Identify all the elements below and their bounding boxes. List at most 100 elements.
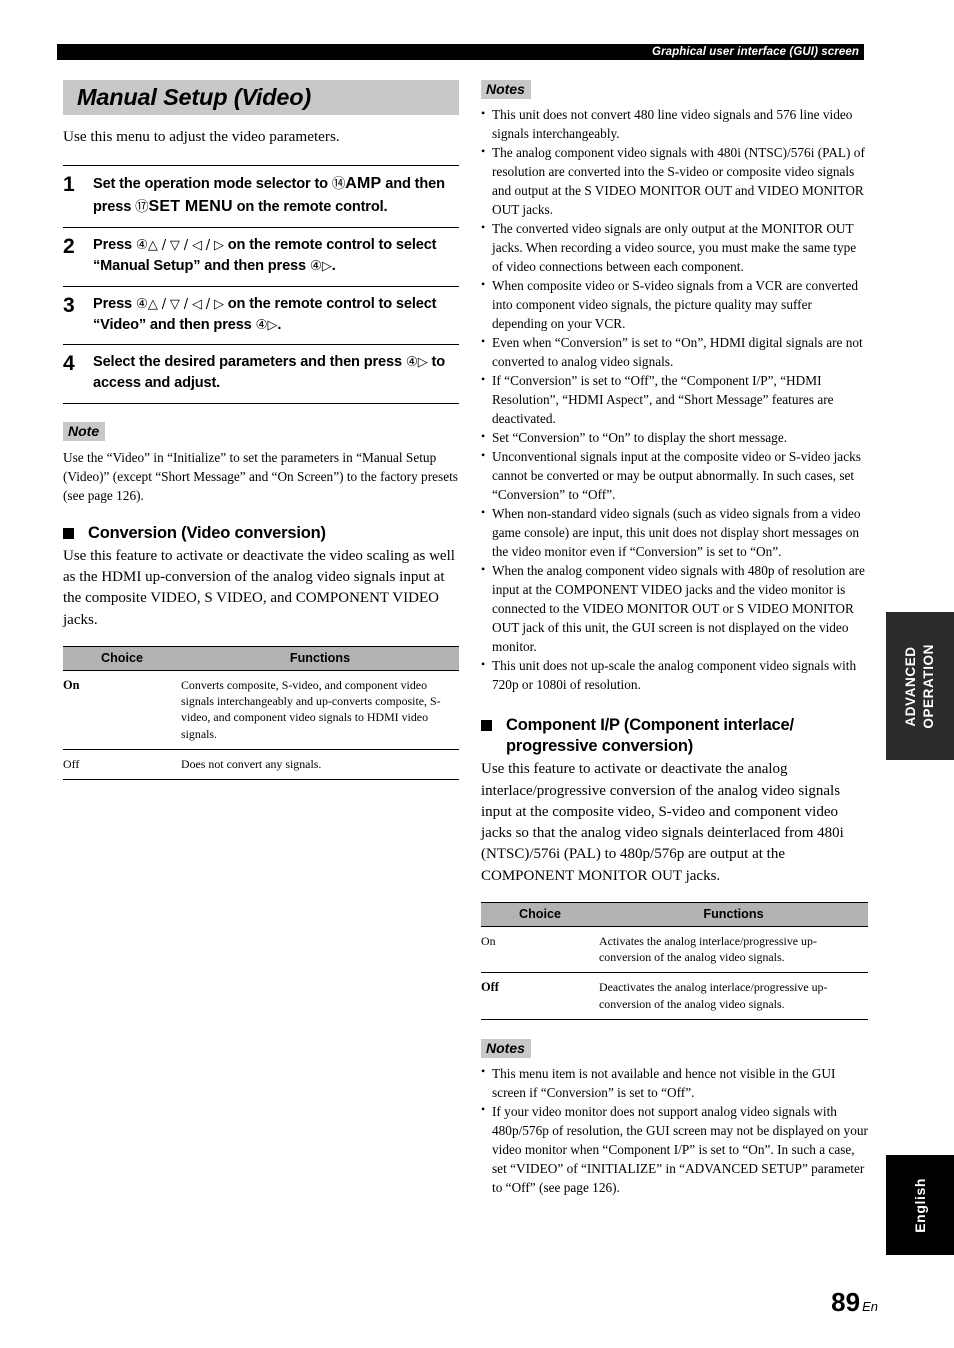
step-fragment: Set the operation mode selector to bbox=[93, 176, 332, 192]
right-column: Notes This unit does not convert 480 lin… bbox=[481, 80, 868, 1197]
cell-function: Converts composite, S-video, and compone… bbox=[181, 670, 459, 750]
table-row: On Converts composite, S-video, and comp… bbox=[63, 670, 459, 750]
step-text: Select the desired parameters and then p… bbox=[93, 352, 459, 393]
section-title: Conversion (Video conversion) bbox=[88, 523, 326, 542]
circled-number-4-icon: ④ bbox=[309, 258, 322, 275]
note-list-item: Unconventional signals input at the comp… bbox=[481, 447, 868, 504]
notes-label: Notes bbox=[481, 80, 531, 99]
note-list-item: When the analog component video signals … bbox=[481, 561, 868, 656]
cell-function: Deactivates the analog interlace/progres… bbox=[599, 972, 868, 1020]
running-header-title: Graphical user interface (GUI) screen bbox=[652, 46, 859, 58]
step-number: 3 bbox=[63, 293, 75, 317]
note-list-item: Set “Conversion” to “On” to display the … bbox=[481, 428, 868, 447]
table-row: Off Does not convert any signals. bbox=[63, 749, 459, 780]
notes-block-bottom: Notes This menu item is not available an… bbox=[481, 1038, 868, 1197]
side-tab-label-line2: OPERATION bbox=[921, 643, 936, 729]
page-footer: 89 En bbox=[0, 1287, 878, 1318]
side-tab-label: English bbox=[912, 1177, 928, 1233]
step-number: 1 bbox=[63, 173, 75, 196]
table-row: Off Deactivates the analog interlace/pro… bbox=[481, 972, 868, 1020]
step-text: Press ④△ / ▽ / ◁ / ▷ on the remote contr… bbox=[93, 235, 459, 276]
side-tab-label: ADVANCED OPERATION bbox=[902, 644, 938, 729]
cell-choice: Off bbox=[481, 972, 599, 1020]
circled-number-17-icon: ⑰ bbox=[135, 198, 149, 215]
step-fragment: Press bbox=[93, 295, 136, 312]
note-list-item: This unit does not convert 480 line vide… bbox=[481, 105, 868, 143]
note-label: Note bbox=[63, 421, 106, 441]
side-tab-english: English bbox=[886, 1155, 954, 1255]
circled-number-14-icon: ⑭ bbox=[331, 176, 346, 192]
step-item: 3 Press ④△ / ▽ / ◁ / ▷ on the remote con… bbox=[63, 285, 459, 344]
note-list-item: The converted video signals are only out… bbox=[481, 219, 868, 276]
note-list-item: If “Conversion” is set to “Off”, the “Co… bbox=[481, 371, 868, 428]
left-column: Manual Setup (Video) Use this menu to ad… bbox=[63, 80, 459, 780]
cell-choice: On bbox=[481, 926, 599, 974]
side-tab-advanced-operation: ADVANCED OPERATION bbox=[886, 612, 954, 760]
section-body: Use this feature to activate or deactiva… bbox=[63, 547, 455, 628]
note-list-item: If your video monitor does not support a… bbox=[481, 1101, 868, 1197]
step-number: 2 bbox=[63, 235, 75, 259]
notes-list: This unit does not convert 480 line vide… bbox=[481, 105, 868, 694]
intro-paragraph: Use this menu to adjust the video parame… bbox=[63, 128, 340, 145]
conversion-choice-table: Choice Functions On Converts composite, … bbox=[63, 646, 459, 780]
page-title: Manual Setup (Video) bbox=[77, 84, 312, 110]
step-text: Press ④△ / ▽ / ◁ / ▷ on the remote contr… bbox=[93, 294, 459, 335]
cursor-arrows-icon: △ / ▽ / ◁ / ▷ bbox=[147, 238, 224, 254]
square-bullet-icon bbox=[481, 720, 492, 731]
table-header-row: Choice Functions bbox=[63, 646, 459, 672]
page-title-band: Manual Setup (Video) bbox=[63, 80, 459, 115]
notes-block-top: Notes This unit does not convert 480 lin… bbox=[481, 80, 868, 694]
note-list-item: The analog component video signals with … bbox=[481, 143, 868, 219]
step-text: Set the operation mode selector to ⑭AMP … bbox=[93, 173, 459, 218]
cell-function: Activates the analog interlace/progressi… bbox=[599, 926, 868, 974]
step-number: 4 bbox=[63, 352, 75, 376]
notes-list: This menu item is not available and henc… bbox=[481, 1063, 868, 1197]
note-list-item: When composite video or S-video signals … bbox=[481, 276, 868, 333]
section-heading-component-ip: Component I/P (Component interlace/ prog… bbox=[481, 715, 868, 757]
cursor-arrows-icon: △ / ▽ / ◁ / ▷ bbox=[147, 296, 224, 312]
key-label-amp: AMP bbox=[345, 175, 382, 192]
note-list-item: Even when “Conversion” is set to “On”, H… bbox=[481, 333, 868, 371]
step-fragment: Select the desired parameters and then p… bbox=[93, 354, 406, 371]
circled-number-4-icon: ④ bbox=[405, 354, 418, 371]
cursor-right-arrow-icon: ▷ bbox=[267, 317, 278, 333]
component-ip-choice-table: Choice Functions On Activates the analog… bbox=[481, 902, 868, 1020]
column-header-functions: Functions bbox=[599, 902, 868, 927]
step-fragment: on the remote control. bbox=[232, 198, 388, 215]
table-header-row: Choice Functions bbox=[481, 902, 868, 927]
step-item: 2 Press ④△ / ▽ / ◁ / ▷ on the remote con… bbox=[63, 227, 459, 285]
side-tab-label-line1: ADVANCED bbox=[902, 645, 918, 727]
step-item: 1 Set the operation mode selector to ⑭AM… bbox=[63, 165, 459, 227]
circled-number-4-icon: ④ bbox=[135, 295, 148, 312]
cell-choice: On bbox=[63, 670, 181, 750]
column-header-choice: Choice bbox=[63, 646, 181, 672]
step-fragment: . bbox=[277, 316, 282, 333]
note-list-item: When non-standard video signals (such as… bbox=[481, 504, 868, 561]
step-fragment: . bbox=[331, 258, 336, 275]
section-body: Use this feature to activate or deactiva… bbox=[481, 761, 844, 884]
step-fragment: Press bbox=[93, 237, 136, 254]
cell-choice: Off bbox=[63, 749, 181, 780]
note-list-item: This unit does not up-scale the analog c… bbox=[481, 656, 868, 694]
table-row: On Activates the analog interlace/progre… bbox=[481, 926, 868, 974]
note-body: Use the “Video” in “Initialize” to set t… bbox=[63, 449, 458, 503]
page-language-mark: En bbox=[862, 1299, 878, 1314]
cursor-right-arrow-icon: ▷ bbox=[417, 355, 428, 371]
page-number: 89 bbox=[831, 1287, 861, 1317]
note-block: Note Use the “Video” in “Initialize” to … bbox=[63, 421, 459, 505]
cursor-right-arrow-icon: ▷ bbox=[321, 259, 332, 275]
column-header-functions: Functions bbox=[181, 646, 459, 672]
cell-function: Does not convert any signals. bbox=[181, 749, 459, 780]
step-item: 4 Select the desired parameters and then… bbox=[63, 344, 459, 404]
key-label-set-menu: SET MENU bbox=[148, 197, 233, 215]
numbered-steps-list: 1 Set the operation mode selector to ⑭AM… bbox=[63, 165, 459, 404]
notes-label: Notes bbox=[481, 1038, 531, 1058]
square-bullet-icon bbox=[63, 527, 74, 539]
note-list-item: This menu item is not available and henc… bbox=[481, 1063, 868, 1102]
running-header-bar: Graphical user interface (GUI) screen bbox=[57, 44, 864, 60]
circled-number-4-icon: ④ bbox=[255, 316, 268, 333]
section-title: Component I/P (Component interlace/ prog… bbox=[506, 716, 794, 756]
section-heading-conversion: Conversion (Video conversion) bbox=[63, 523, 459, 544]
column-header-choice: Choice bbox=[481, 902, 599, 927]
circled-number-4-icon: ④ bbox=[135, 237, 148, 254]
